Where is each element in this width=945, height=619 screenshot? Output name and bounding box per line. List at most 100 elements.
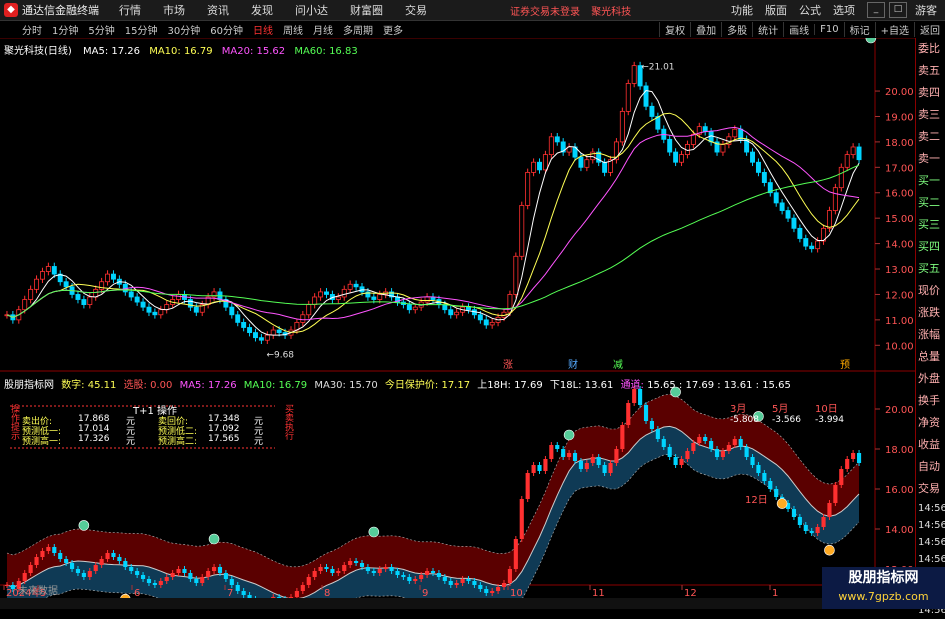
user-label[interactable]: 游客 bbox=[915, 2, 937, 18]
sub-candle-body bbox=[768, 481, 773, 489]
menu-quotes[interactable]: 行情 bbox=[119, 2, 141, 18]
menu-trade[interactable]: 交易 bbox=[405, 2, 427, 18]
period-60min[interactable]: 60分钟 bbox=[210, 22, 243, 37]
candle-body bbox=[134, 296, 140, 303]
candle-body bbox=[318, 291, 324, 298]
side-panel-item: 买三 bbox=[918, 218, 940, 231]
candle-body bbox=[406, 304, 412, 311]
sub-candle-body bbox=[543, 459, 548, 471]
sub-candle-body bbox=[638, 389, 643, 405]
sub-candle-body bbox=[821, 517, 826, 527]
candle-body bbox=[631, 65, 637, 84]
quote-side-panel: 委比 卖五 卖四 卖三 卖二 卖一 买一 买二 买三 买四 买五 现价 涨跌 涨幅 总量 外盘 换手 净资 收益 自动… bbox=[915, 38, 945, 616]
sub-candle-body bbox=[561, 449, 566, 457]
app-logo-icon: ◆ bbox=[4, 3, 18, 17]
menu-fortune[interactable]: 财富圈 bbox=[350, 2, 383, 18]
minimize-icon[interactable]: _ bbox=[867, 2, 885, 18]
sub-candle-body bbox=[365, 567, 370, 571]
sub-candle-body bbox=[211, 567, 217, 571]
multi-stock-button[interactable]: 多股 bbox=[721, 22, 752, 37]
buy-signal-icon bbox=[824, 544, 835, 556]
side-panel-item: 涨幅 bbox=[918, 328, 940, 341]
maximize-icon[interactable]: □ bbox=[889, 2, 907, 18]
add-watchlist-button[interactable]: +自选 bbox=[874, 22, 914, 37]
period-intraday[interactable]: 分时 bbox=[22, 22, 42, 37]
side-panel-item: 委比 bbox=[918, 42, 940, 55]
candle-body bbox=[791, 217, 797, 229]
period-weekly[interactable]: 周线 bbox=[283, 22, 303, 37]
y-tick-label: 19.00 bbox=[885, 112, 914, 123]
adjust-button[interactable]: 复权 bbox=[659, 22, 690, 37]
sub-candle-body bbox=[348, 561, 353, 565]
side-panel-item: 卖一 bbox=[918, 152, 940, 165]
candle-body bbox=[81, 299, 87, 306]
period-monthly[interactable]: 月线 bbox=[313, 22, 333, 37]
period-more[interactable]: 更多 bbox=[383, 22, 403, 37]
menu-layout[interactable]: 版面 bbox=[765, 2, 787, 18]
title-bar: ◆ 通达信金融终端 行情 市场 资讯 发现 问小达 财富圈 交易 证券交易未登录… bbox=[0, 0, 945, 21]
sub-candle-body bbox=[425, 571, 430, 575]
menu-news[interactable]: 资讯 bbox=[207, 2, 229, 18]
sub-candle-body bbox=[58, 553, 63, 559]
candle-body bbox=[584, 159, 590, 168]
sub-candle-body bbox=[4, 585, 10, 586]
sub-candle-body bbox=[484, 589, 489, 593]
period-30min[interactable]: 30分钟 bbox=[167, 22, 200, 37]
side-panel-time: 14:56 bbox=[918, 537, 945, 548]
candle-body bbox=[542, 154, 548, 171]
sub-candle-body bbox=[34, 557, 39, 565]
sub-candle-body bbox=[117, 557, 122, 561]
menu-formula[interactable]: 公式 bbox=[799, 2, 821, 18]
menu-function[interactable]: 功能 bbox=[731, 2, 753, 18]
sub-candle-body bbox=[762, 473, 767, 481]
x-tick-label: 8 bbox=[324, 588, 330, 598]
sub-candle-body bbox=[584, 463, 589, 469]
candle-body bbox=[466, 306, 471, 311]
side-panel-item: 净资 bbox=[918, 416, 940, 429]
event-marker: 预 bbox=[840, 359, 850, 371]
period-15min[interactable]: 15分钟 bbox=[125, 22, 158, 37]
y-tick-label: 20.00 bbox=[885, 87, 914, 98]
side-panel-item: 卖五 bbox=[918, 64, 940, 77]
trade-login-status[interactable]: 证券交易未登录 bbox=[510, 7, 580, 18]
side-panel-item: 买五 bbox=[918, 262, 940, 275]
period-daily[interactable]: 日线 bbox=[253, 22, 273, 37]
candle-body bbox=[826, 210, 832, 229]
draw-line-button[interactable]: 画线 bbox=[783, 22, 814, 37]
period-1min[interactable]: 1分钟 bbox=[52, 22, 78, 37]
menu-ask[interactable]: 问小达 bbox=[295, 2, 328, 18]
sub-candle-body bbox=[40, 551, 45, 557]
period-multi[interactable]: 多周期 bbox=[343, 22, 373, 37]
sub-candle-body bbox=[377, 569, 382, 573]
sub-candle-body bbox=[52, 547, 57, 553]
candle-body bbox=[34, 278, 40, 290]
ma60-value: MA60: 16.83 bbox=[294, 46, 358, 57]
stats-button[interactable]: 统计 bbox=[752, 22, 783, 37]
top-right-menu: 功能 版面 公式 选项 _ □ 游客 bbox=[731, 0, 945, 20]
status-notice: 证券交易未登录 聚光科技 bbox=[510, 3, 639, 18]
sub-candle-body bbox=[383, 567, 388, 569]
menu-market[interactable]: 市场 bbox=[163, 2, 185, 18]
stock-chart[interactable]: 10.00 11.00 12.00 13.00 14.00 15.00 16.00 17.00… bbox=[0, 38, 915, 598]
period-5min[interactable]: 5分钟 bbox=[88, 22, 114, 37]
sell-signal-icon bbox=[78, 520, 90, 531]
sub-candle-body bbox=[170, 573, 175, 577]
sub-candle-body bbox=[714, 449, 720, 457]
side-panel-time: 14:56 bbox=[918, 503, 945, 514]
overlay-button[interactable]: 叠加 bbox=[690, 22, 721, 37]
candle-body bbox=[815, 240, 821, 250]
candle-body bbox=[146, 306, 152, 313]
sub-y-tick-label: 20.00 bbox=[885, 405, 914, 416]
menu-discover[interactable]: 发现 bbox=[251, 2, 273, 18]
sub-candle-body bbox=[217, 567, 223, 573]
t1-cell: 元 bbox=[254, 437, 264, 447]
sub-candle-body bbox=[430, 571, 436, 573]
sub-candle-body bbox=[64, 559, 69, 563]
t1-cell: 17.014 bbox=[78, 424, 110, 434]
menu-options[interactable]: 选项 bbox=[833, 2, 855, 18]
candle-body bbox=[797, 227, 803, 239]
sub-candle-body bbox=[555, 445, 560, 449]
back-button[interactable]: 返回 bbox=[914, 22, 945, 37]
mark-button[interactable]: 标记 bbox=[843, 22, 875, 37]
f10-button[interactable]: F10 bbox=[814, 24, 843, 35]
